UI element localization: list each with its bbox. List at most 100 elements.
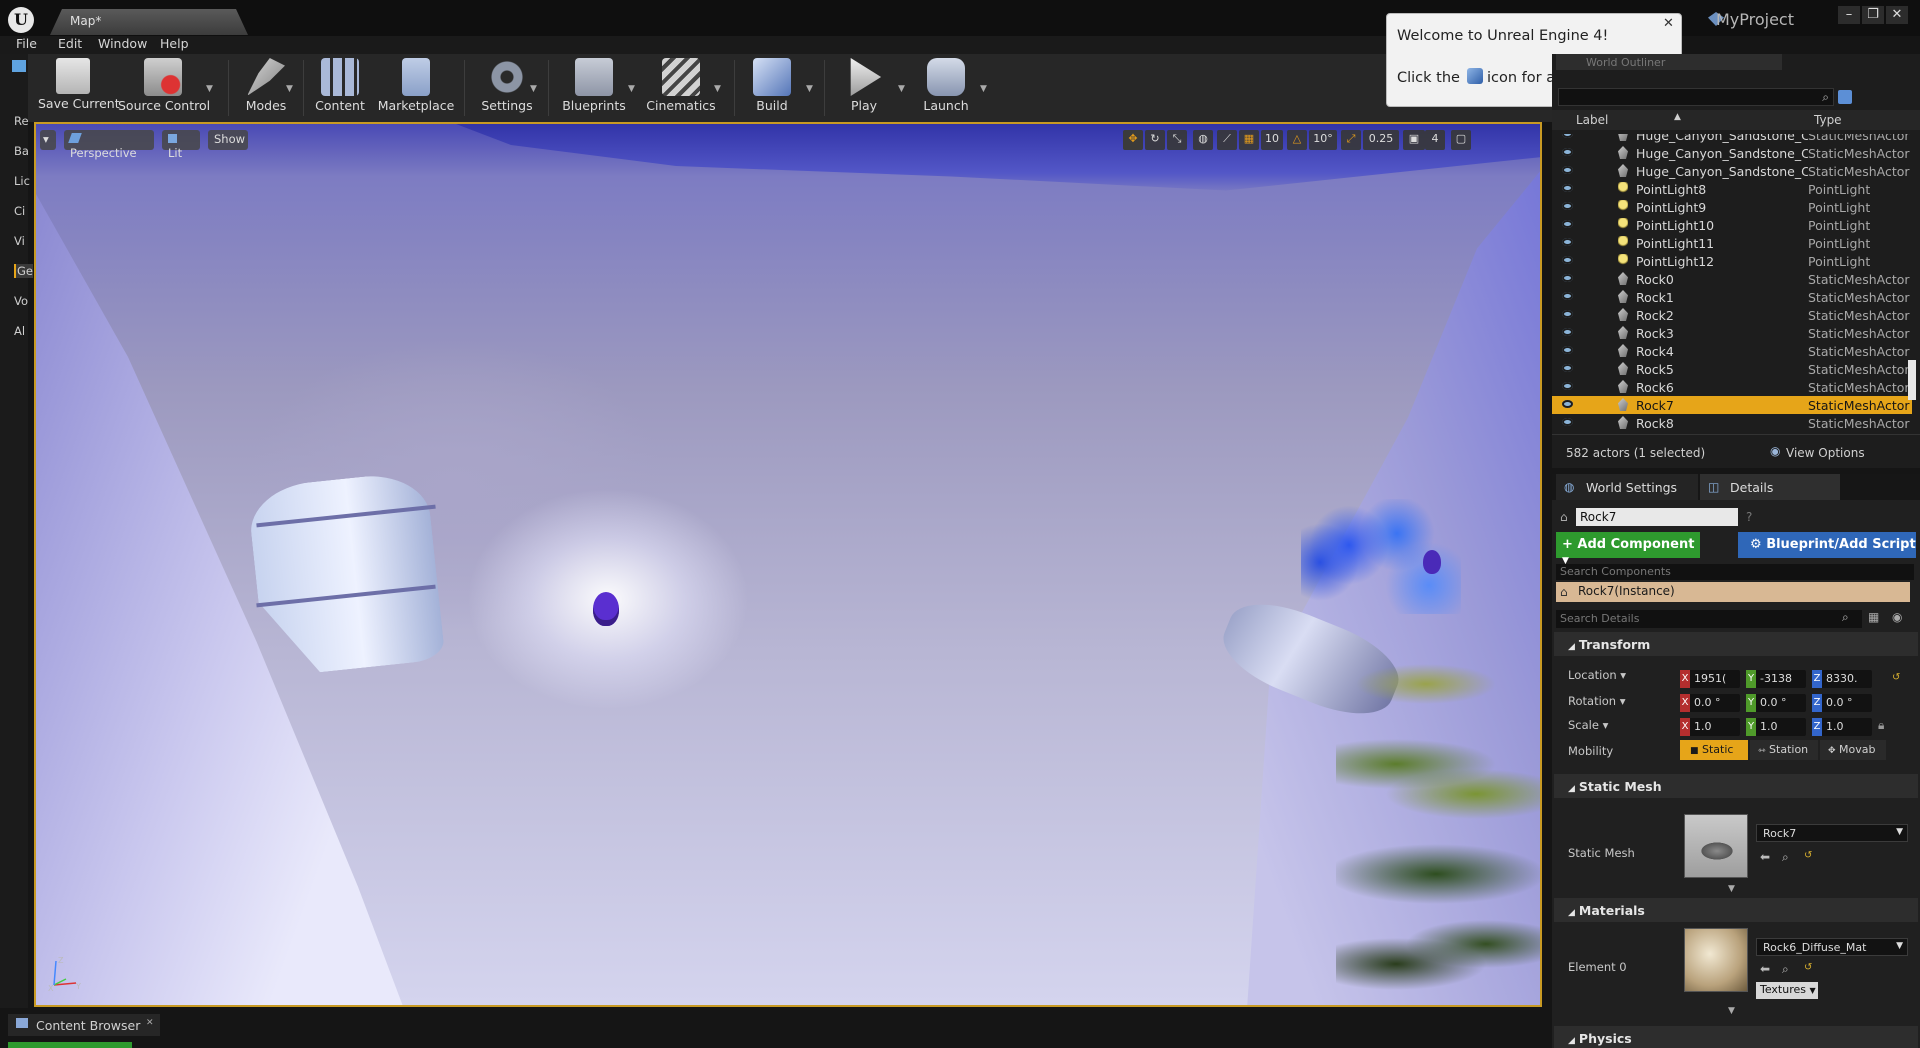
visibility-eye-icon[interactable]: ◉ [1892,610,1902,624]
browse-icon[interactable]: ⌕ [1782,962,1789,977]
menu-window[interactable]: Window [98,36,147,51]
viewport-options-icon[interactable]: ▾ [40,130,56,150]
view-options-button[interactable]: View Options [1786,446,1865,460]
outliner-row[interactable]: Rock7 StaticMeshActor [1552,396,1912,414]
grid-snap-icon[interactable]: ▦ [1239,130,1259,150]
add-new-button[interactable] [8,1042,132,1048]
outliner-row[interactable]: Huge_Canyon_Sandstone_Cliff_lStaticMeshA… [1552,162,1912,180]
camera-speed-value[interactable]: 4 [1425,130,1445,150]
visibility-eye-icon[interactable] [1562,148,1573,156]
location-label[interactable]: Location ▾ [1568,668,1626,682]
menu-file[interactable]: File [16,36,37,51]
scale-tool-icon[interactable]: ⤡ [1167,130,1187,150]
place-mode-icon[interactable] [12,60,26,72]
cinematics-dropdown-icon[interactable]: ▼ [714,84,721,94]
rotation-label[interactable]: Rotation ▾ [1568,694,1626,708]
map-document-tab[interactable]: Map* [50,9,248,35]
launch-dropdown-icon[interactable]: ▼ [980,84,987,94]
component-instance-row[interactable]: Rock7(Instance) [1556,582,1910,602]
visibility-eye-icon[interactable] [1562,274,1573,282]
scale-x-field[interactable]: X 1.0 [1680,718,1740,736]
outliner-row[interactable]: Rock2 StaticMeshActor [1552,306,1912,324]
source-control-button[interactable]: Source Control [118,54,210,118]
point-light-billboard-icon[interactable] [1423,550,1441,574]
mobility-movable-button[interactable]: ✥ Movab [1820,740,1886,760]
source-control-dropdown-icon[interactable]: ▼ [206,84,213,94]
rotation-snap-icon[interactable]: △ [1287,130,1307,150]
outliner-scrollbar[interactable] [1908,360,1916,400]
scale-z-field[interactable]: Z 1.0 [1812,718,1872,736]
static-mesh-dropdown[interactable]: Rock7 ▼ [1756,824,1908,842]
use-selected-icon[interactable]: ⬅ [1760,850,1770,864]
add-component-button[interactable]: + Add Component ▼ [1556,532,1700,566]
static-mesh-section[interactable]: ◢ Static Mesh [1554,774,1918,798]
outliner-row[interactable]: Rock3 StaticMeshActor [1552,324,1912,342]
show-button[interactable]: Show [208,130,248,150]
lock-scale-icon[interactable]: 🔒︎ [1878,718,1884,733]
outliner-row[interactable]: PointLight11 PointLight [1552,234,1912,252]
physics-section[interactable]: ◢ Physics [1554,1026,1918,1048]
outliner-row[interactable]: Rock0 StaticMeshActor [1552,270,1912,288]
rotate-tool-icon[interactable]: ↻ [1145,130,1165,150]
minimize-icon[interactable]: – [1838,6,1860,24]
rotation-y-field[interactable]: Y 0.0 ° [1746,694,1806,712]
modes-dropdown-icon[interactable]: ▼ [286,84,293,94]
mode-lights[interactable]: Lic [14,174,30,188]
mode-recent[interactable]: Re [14,114,29,128]
mode-basic[interactable]: Ba [14,144,29,158]
material-dropdown[interactable]: Rock6_Diffuse_Mat ▼ [1756,938,1908,956]
outliner-row[interactable]: Rock8 StaticMeshActor [1552,414,1912,432]
mobility-static-button[interactable]: ■ Static [1680,740,1748,760]
mode-all-classes[interactable]: Al [14,324,25,338]
outliner-row[interactable]: PointLight8 PointLight [1552,180,1912,198]
blueprints-dropdown-icon[interactable]: ▼ [628,84,635,94]
save-current-button[interactable]: Save Current [38,54,120,118]
blueprints-button[interactable]: Blueprints [556,54,632,118]
maximize-viewport-icon[interactable]: ▢ [1451,130,1471,150]
cinematics-button[interactable]: Cinematics [642,54,720,118]
mode-geometry[interactable]: Ge [14,264,33,278]
reset-location-icon[interactable]: ↺ [1892,672,1900,683]
visibility-eye-icon[interactable] [1562,202,1573,210]
visibility-eye-icon[interactable] [1562,256,1573,264]
outliner-search-input[interactable]: ⌕ [1558,88,1834,106]
scale-snap-value[interactable]: 0.25 [1363,130,1399,150]
visibility-eye-icon[interactable] [1562,418,1573,426]
materials-section[interactable]: ◢ Materials [1554,898,1918,922]
visibility-eye-icon[interactable] [1562,220,1573,228]
close-tab-icon[interactable]: ✕ [146,1018,154,1028]
lit-button[interactable]: Lit [162,130,200,160]
visibility-eye-icon[interactable] [1562,134,1573,138]
sort-asc-icon[interactable]: ▲ [1674,112,1681,122]
content-button[interactable]: Content [308,54,372,118]
mode-cinematic[interactable]: Ci [14,204,25,218]
surface-snap-icon[interactable]: ⟋ [1217,130,1237,150]
barrel-mesh[interactable] [247,470,446,678]
reset-material-icon[interactable]: ↺ [1804,962,1812,973]
mode-volumes[interactable]: Vo [14,294,28,308]
textures-button[interactable]: Textures ▼ [1756,982,1818,999]
mode-visual[interactable]: Vi [14,234,25,248]
outliner-row[interactable]: PointLight9 PointLight [1552,198,1912,216]
search-details-input[interactable]: Search Details [1556,610,1862,628]
col-type[interactable]: Type [1814,113,1842,127]
visibility-eye-icon[interactable] [1562,400,1573,408]
close-window-icon[interactable]: ✕ [1886,6,1908,24]
expand-materials-icon[interactable]: ▼ [1728,1006,1735,1016]
visibility-eye-icon[interactable] [1562,184,1573,192]
tutorial-icon[interactable] [1467,68,1483,84]
search-components-input[interactable]: Search Components [1556,564,1914,580]
build-button[interactable]: Build [744,54,800,118]
actor-name-field[interactable]: Rock7 [1576,508,1738,526]
blueprint-add-script-button[interactable]: ⚙ Blueprint/Add Script [1738,532,1916,558]
rotation-x-field[interactable]: X 0.0 ° [1680,694,1740,712]
launch-button[interactable]: Launch [914,54,978,118]
menu-help[interactable]: Help [160,36,189,51]
level-viewport[interactable]: ▾ Perspective Lit Show ✥ ↻ ⤡ ◍ ⟋ ▦ 10 △ … [34,122,1542,1007]
visibility-eye-icon[interactable] [1562,292,1573,300]
browse-icon[interactable]: ⌕ [1782,850,1789,865]
close-tooltip-button[interactable]: ✕ [1663,16,1674,31]
perspective-button[interactable]: Perspective [64,130,154,160]
build-dropdown-icon[interactable]: ▼ [806,84,813,94]
scale-label[interactable]: Scale ▾ [1568,718,1608,732]
